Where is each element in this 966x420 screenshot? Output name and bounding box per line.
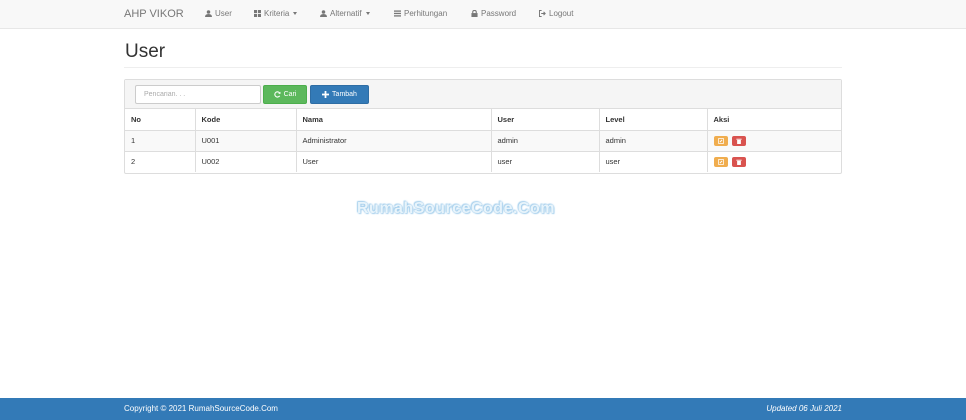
cell-aksi [707,130,841,152]
cell-no: 1 [125,130,196,152]
cari-button-label: Cari [283,91,297,98]
panel-toolbar: Cari Tambah [125,80,841,109]
tambah-button[interactable]: Tambah [310,85,369,104]
refresh-icon [273,91,281,98]
footer-updated: Updated 06 Juli 2021 [766,404,842,413]
cell-no: 2 [125,151,196,172]
user-icon [205,10,212,17]
nav-kriteria-label: Kriteria [264,9,290,18]
top-navbar: AHP VIKOR User Kriteria Alternatif Perhi… [0,0,966,29]
user-table: No Kode Nama User Level Aksi 1 U001 Admi… [125,109,841,172]
page-title: User [125,41,166,62]
trash-icon [735,159,742,165]
title-divider [124,67,842,68]
nav-alternatif[interactable]: Alternatif [320,9,370,18]
footer: Copyright © 2021 RumahSourceCode.Com Upd… [0,398,966,420]
nav-logout[interactable]: Logout [539,9,573,18]
edit-icon [717,137,724,144]
search-input[interactable] [135,85,261,104]
table-row: 2 U002 User user user [125,151,841,172]
table-header-row: No Kode Nama User Level Aksi [125,109,841,131]
cell-aksi [707,151,841,172]
trash-icon [735,138,742,144]
plus-icon [322,91,330,98]
lock-icon [471,10,478,17]
delete-button[interactable] [731,135,746,146]
brand-link[interactable]: AHP VIKOR [124,8,184,20]
tambah-button-label: Tambah [332,91,357,98]
cell-user: admin [491,130,600,152]
th-icon [254,10,261,17]
col-header-aksi: Aksi [707,109,841,131]
caret-down-icon [293,12,298,15]
cell-nama: Administrator [296,130,492,152]
col-header-no: No [125,109,196,131]
edit-button[interactable] [713,156,728,167]
cell-kode: U002 [195,151,297,172]
logout-icon [539,10,546,17]
cell-nama: User [296,151,492,172]
nav-user[interactable]: User [205,9,232,18]
user-icon [320,10,327,17]
col-header-nama: Nama [296,109,492,131]
nav-perhitungan[interactable]: Perhitungan [394,9,447,18]
nav-perhitungan-label: Perhitungan [404,9,448,18]
nav-alternatif-label: Alternatif [330,9,362,18]
col-header-level: Level [599,109,708,131]
edit-icon [717,158,724,165]
nav-user-label: User [215,9,232,18]
list-icon [394,10,401,17]
cell-level: admin [599,130,708,152]
cell-level: user [599,151,708,172]
nav-logout-label: Logout [549,9,574,18]
cell-user: user [491,151,600,172]
edit-button[interactable] [713,135,728,146]
caret-down-icon [365,12,370,15]
delete-button[interactable] [731,156,746,167]
footer-copyright: Copyright © 2021 RumahSourceCode.Com [124,404,278,413]
nav-password[interactable]: Password [471,9,516,18]
user-panel: Cari Tambah No Kode Nama User Level Aksi… [124,79,842,174]
cell-kode: U001 [195,130,297,152]
col-header-kode: Kode [195,109,297,131]
watermark-text: RumahSourceCode.Com [357,200,555,217]
table-row: 1 U001 Administrator admin admin [125,130,841,152]
cari-button[interactable]: Cari [263,85,307,104]
col-header-user: User [491,109,600,131]
nav-kriteria[interactable]: Kriteria [254,9,298,18]
nav-password-label: Password [481,9,517,18]
